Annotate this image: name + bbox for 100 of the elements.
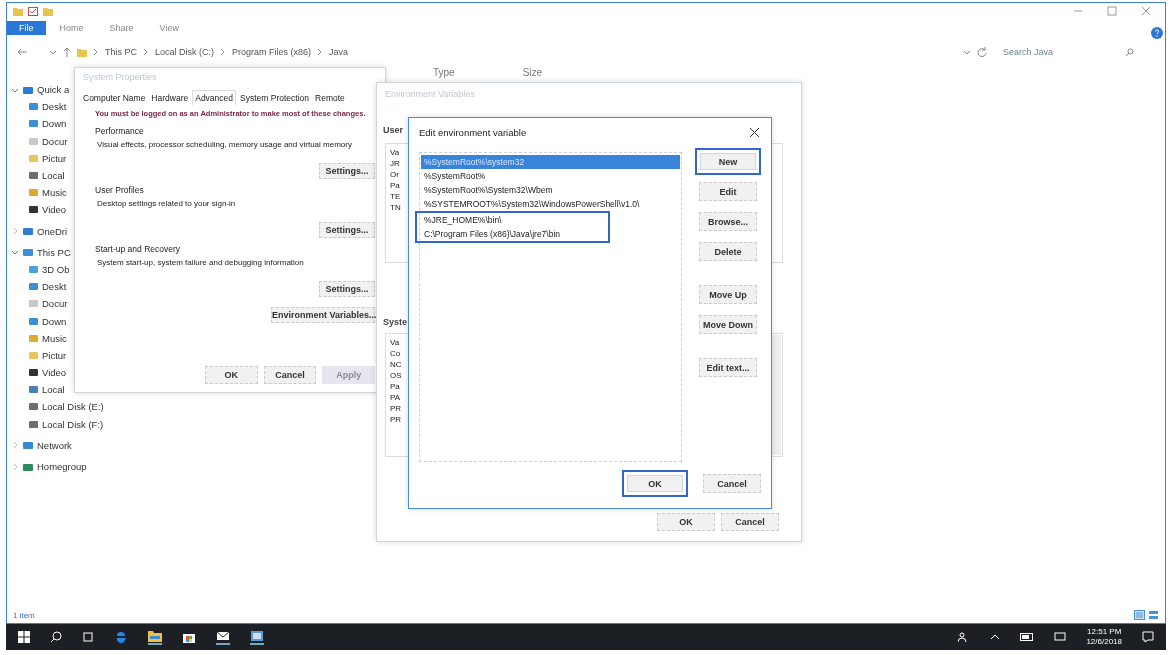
back-arrow-icon[interactable]	[17, 48, 27, 56]
message-icon[interactable]	[1054, 631, 1067, 643]
dialog-tab[interactable]: Remote	[313, 90, 347, 105]
mail-icon[interactable]	[216, 629, 230, 645]
settings-button[interactable]: Settings...	[319, 222, 375, 238]
ribbon-tab[interactable]: File	[7, 21, 46, 35]
column-header[interactable]: Size	[522, 67, 543, 78]
dialog-button[interactable]: Delete	[699, 242, 757, 261]
path-entry[interactable]: %SYSTEMROOT%\System32\WindowsPowerShell\v1.0\	[421, 197, 680, 211]
nav-item[interactable]: Video	[7, 201, 67, 219]
section-description: Desktop settings related to your sign-in	[97, 199, 237, 208]
tiles-view-icon[interactable]	[1148, 610, 1159, 620]
browser-icon[interactable]	[114, 630, 128, 644]
chevron-up-icon[interactable]	[990, 633, 1001, 641]
dialog-button[interactable]: Cancel	[703, 474, 761, 493]
nav-item[interactable]: Quick a	[7, 81, 70, 99]
path-entry[interactable]: %SystemRoot%\System32\Wbem	[421, 183, 680, 197]
dialog-button[interactable]: Move Up	[699, 285, 757, 304]
clock-date[interactable]: 12/6/2018	[1086, 637, 1122, 647]
ribbon-tab[interactable]: Home	[47, 21, 96, 35]
settings-button[interactable]: Settings...	[319, 281, 375, 297]
checkmark-icon[interactable]	[28, 6, 38, 16]
nav-item[interactable]: This PC	[7, 243, 71, 261]
nav-item[interactable]: Deskt	[7, 98, 67, 116]
dialog-tab[interactable]: Advanced	[192, 90, 237, 105]
nav-item[interactable]: Pictur	[7, 149, 67, 167]
dialog-tab[interactable]: System Protection	[238, 90, 311, 105]
nav-icon	[23, 84, 33, 95]
nav-icon	[23, 440, 33, 451]
chevron-down-icon[interactable]	[49, 48, 57, 56]
section-label: Syste	[383, 317, 408, 327]
dialog-button[interactable]: New	[695, 148, 761, 175]
search-icon	[1125, 47, 1134, 57]
nav-item[interactable]: Music	[7, 184, 67, 202]
windows-start-icon[interactable]	[18, 631, 30, 643]
scrollbar[interactable]	[771, 335, 781, 455]
chevron-right-icon	[220, 48, 227, 56]
refresh-icon[interactable]	[977, 47, 987, 57]
search-icon[interactable]	[50, 631, 62, 643]
section-description: Visual effects, processor scheduling, memory usage and virtual memory	[97, 140, 353, 149]
dialog-tab[interactable]: Hardware	[149, 90, 191, 105]
nav-item[interactable]: Down	[7, 312, 67, 330]
path-entry[interactable]: C:\Program Files (x86)\Java\jre7\bin	[421, 227, 608, 241]
close-icon[interactable]	[750, 127, 759, 137]
dialog-button[interactable]: Cancel	[721, 513, 779, 531]
dialog-tab[interactable]: Computer Name	[81, 90, 148, 105]
environment-variables-button[interactable]: Environment Variables...	[271, 307, 375, 323]
nav-item[interactable]: Docur	[7, 295, 68, 313]
details-view-icon[interactable]	[1134, 610, 1145, 620]
task-view-icon[interactable]	[82, 631, 94, 643]
clock-time[interactable]: 12:51 PM	[1087, 627, 1122, 637]
chevron-down-icon[interactable]	[963, 48, 971, 56]
nav-item[interactable]: Video	[7, 364, 67, 382]
settings-button[interactable]: Settings...	[319, 163, 375, 179]
nav-item[interactable]: Local Disk (E:)	[7, 398, 104, 416]
section-description: System start-up, system failure and debugging information	[97, 258, 305, 267]
dialog-button[interactable]: Move Down	[699, 315, 757, 334]
breadcrumb-item[interactable]: Java	[329, 47, 349, 57]
nav-icon	[23, 226, 33, 237]
chevron-right-icon	[93, 48, 99, 56]
status-text: 1 item	[13, 610, 35, 620]
breadcrumb-item[interactable]: This PC	[105, 47, 137, 57]
chevron-right-icon	[143, 48, 149, 56]
dialog-button[interactable]: Cancel	[263, 366, 317, 384]
help-icon[interactable]	[1151, 27, 1163, 39]
nav-item[interactable]: Down	[7, 115, 67, 133]
dialog-button[interactable]: OK	[657, 513, 715, 531]
nav-item[interactable]: Pictur	[7, 346, 67, 364]
nav-item[interactable]: Network	[7, 436, 72, 454]
dialog-button[interactable]: OK	[205, 366, 258, 384]
path-entry[interactable]: %JRE_HOME%\bin\	[421, 213, 608, 227]
notification-icon[interactable]	[1142, 631, 1154, 643]
nav-icon	[23, 461, 33, 472]
dialog-button[interactable]: Browse...	[699, 212, 757, 231]
nav-item[interactable]: Music	[7, 329, 67, 347]
system-window-icon[interactable]	[250, 629, 264, 645]
section-heading: Performance	[95, 126, 145, 136]
breadcrumb-item[interactable]: Program Files (x86)	[232, 47, 312, 57]
dialog-button[interactable]: Edit	[699, 182, 757, 201]
section-heading: Start-up and Recovery	[95, 244, 182, 254]
chevron-down-icon[interactable]	[11, 248, 19, 257]
path-entry[interactable]: %SystemRoot%	[421, 169, 680, 183]
dialog-button[interactable]: OK	[622, 470, 688, 497]
column-header[interactable]: Type	[433, 67, 455, 78]
nav-item[interactable]: Homegroup	[7, 457, 87, 476]
nav-item[interactable]: Local	[7, 381, 65, 399]
up-arrow-icon[interactable]	[63, 47, 71, 57]
nav-item[interactable]: Docur	[7, 132, 68, 150]
nav-item[interactable]: 3D Ob	[7, 260, 70, 279]
section-heading: User Profiles	[95, 185, 145, 195]
nav-item[interactable]: Local Disk (F:)	[7, 415, 104, 433]
nav-item[interactable]: Local	[7, 166, 65, 185]
nav-item[interactable]: OneDri	[7, 222, 68, 240]
nav-item[interactable]: Deskt	[7, 278, 67, 296]
battery-icon[interactable]	[1020, 633, 1035, 641]
ribbon-tab[interactable]: View	[147, 21, 191, 35]
folder-icon[interactable]	[148, 629, 162, 645]
dialog-button[interactable]: Edit text...	[699, 358, 757, 377]
breadcrumb-item[interactable]: Local Disk (C:)	[155, 47, 215, 57]
ribbon-tab[interactable]: Share	[97, 21, 146, 35]
